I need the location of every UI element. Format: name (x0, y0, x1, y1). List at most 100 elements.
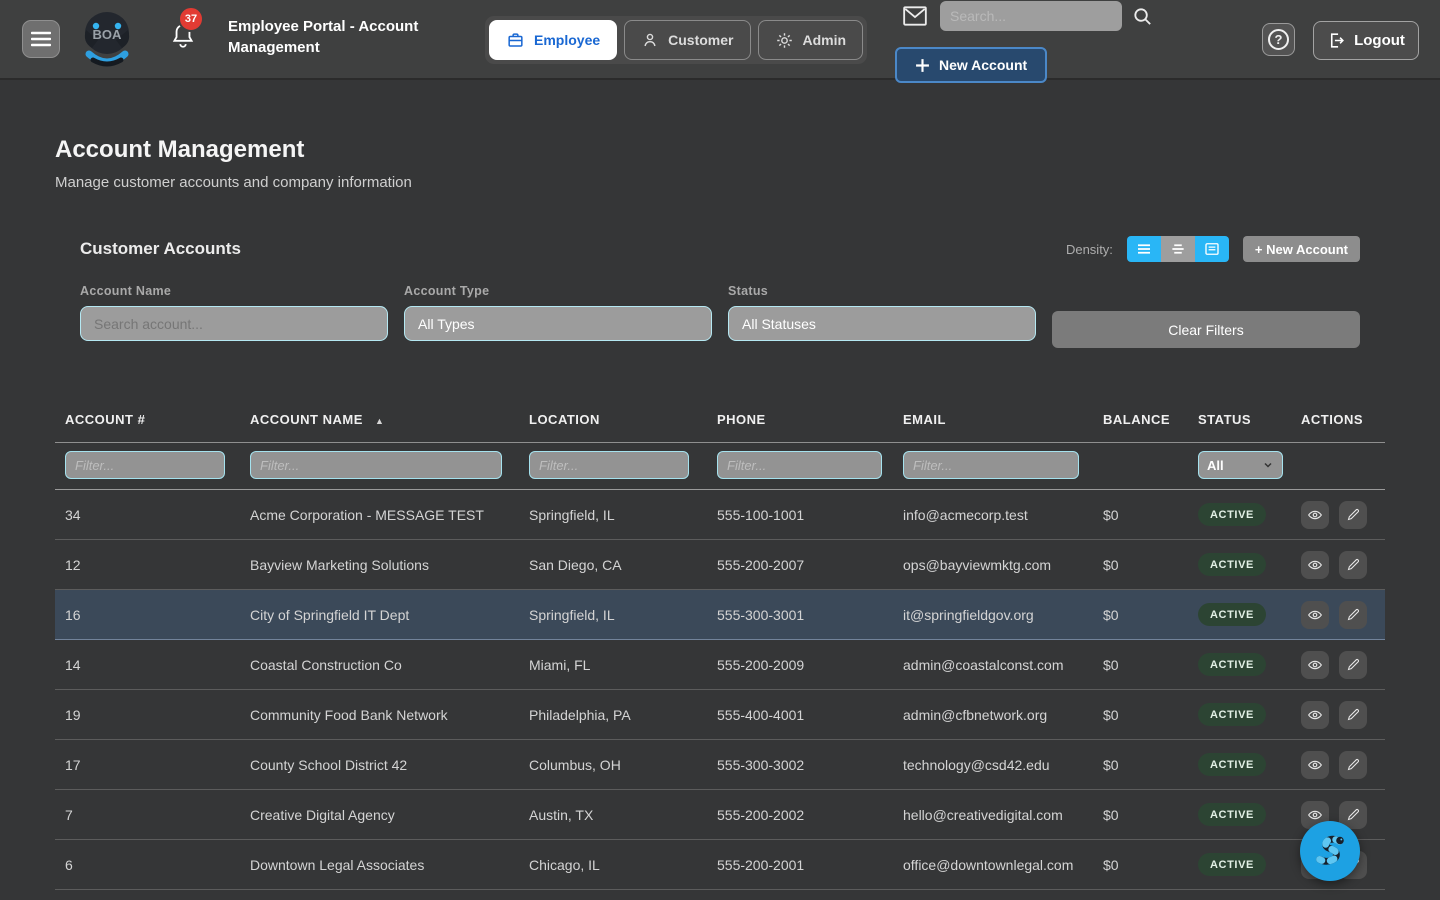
cell-phone: 555-100-1001 (707, 490, 893, 540)
new-account-button-panel[interactable]: + New Account (1243, 236, 1360, 262)
status-badge: ACTIVE (1198, 653, 1266, 676)
column-header-account-name[interactable]: ACCOUNT NAME ▲ (240, 400, 519, 443)
table-header-row: ACCOUNT # ACCOUNT NAME ▲ LOCATION PHONE … (55, 400, 1385, 443)
edit-account-button[interactable] (1339, 701, 1367, 729)
app-title: Employee Portal - Account Management (228, 16, 446, 58)
table-row[interactable]: 17 County School District 42 Columbus, O… (55, 740, 1385, 790)
status-badge: ACTIVE (1198, 703, 1266, 726)
account-type-select[interactable]: All Types (404, 306, 712, 341)
new-account-button-header[interactable]: New Account (895, 47, 1047, 83)
cell-location: Philadelphia, PA (519, 690, 707, 740)
table-row[interactable]: 34 Acme Corporation - MESSAGE TEST Sprin… (55, 490, 1385, 540)
view-account-button[interactable] (1301, 751, 1329, 779)
table-row[interactable]: 7 Creative Digital Agency Austin, TX 555… (55, 790, 1385, 840)
cell-email: ops@bayviewmktg.com (893, 540, 1093, 590)
status-column-filter-select[interactable]: All (1198, 451, 1283, 479)
status-select[interactable]: All Statuses (728, 306, 1036, 341)
column-header-account-num[interactable]: ACCOUNT # (55, 400, 240, 443)
cell-balance: $0 (1093, 790, 1188, 840)
pencil-icon (1346, 557, 1361, 572)
density-compact-button[interactable] (1127, 236, 1161, 262)
view-account-button[interactable] (1301, 601, 1329, 629)
cell-location: Chicago, IL (519, 840, 707, 890)
snake-icon (1309, 830, 1351, 872)
edit-account-button[interactable] (1339, 751, 1367, 779)
view-account-button[interactable] (1301, 501, 1329, 529)
notifications-button[interactable]: 37 (170, 22, 196, 50)
hamburger-icon (31, 31, 51, 47)
top-navigation-bar: BOA 37 Employee Portal - Account Managem… (0, 0, 1440, 80)
panel-title: Customer Accounts (80, 239, 241, 259)
logout-button[interactable]: Logout (1313, 21, 1419, 60)
accounts-table: ACCOUNT # ACCOUNT NAME ▲ LOCATION PHONE … (55, 400, 1385, 900)
cell-account-num: 19 (55, 690, 240, 740)
cell-email: technology@csd42.edu (893, 740, 1093, 790)
column-header-phone[interactable]: PHONE (707, 400, 893, 443)
account-name-column-filter[interactable] (250, 451, 502, 479)
column-header-location[interactable]: LOCATION (519, 400, 707, 443)
cell-location: Springfield, IL (519, 590, 707, 640)
page-subtitle: Manage customer accounts and company inf… (55, 174, 412, 191)
clear-filters-button[interactable]: Clear Filters (1052, 311, 1360, 348)
cell-email: office@downtownlegal.com (893, 840, 1093, 890)
cell-phone: 555-300-3002 (707, 740, 893, 790)
table-row[interactable]: 19 Community Food Bank Network Philadelp… (55, 690, 1385, 740)
messages-icon[interactable] (902, 4, 928, 28)
location-column-filter[interactable] (529, 451, 689, 479)
edit-account-button[interactable] (1339, 501, 1367, 529)
cell-email (893, 890, 1093, 900)
customer-accounts-panel: Customer Accounts Density: (55, 230, 1385, 348)
column-header-balance[interactable]: BALANCE (1093, 400, 1188, 443)
tab-customer-label: Customer (668, 32, 733, 48)
phone-column-filter[interactable] (717, 451, 882, 479)
cell-account-num (55, 890, 240, 900)
cell-email: info@acmecorp.test (893, 490, 1093, 540)
hamburger-menu-button[interactable] (22, 20, 60, 58)
view-account-button[interactable] (1301, 551, 1329, 579)
table-row[interactable]: 14 Coastal Construction Co Miami, FL 555… (55, 640, 1385, 690)
search-icon[interactable] (1131, 5, 1154, 28)
table-row[interactable]: 16 City of Springfield IT Dept Springfie… (55, 590, 1385, 640)
eye-icon (1307, 507, 1323, 523)
cell-email: admin@cfbnetwork.org (893, 690, 1093, 740)
density-card-button[interactable] (1195, 236, 1229, 262)
notification-count-badge: 37 (178, 6, 204, 32)
account-type-value: All Types (418, 316, 475, 332)
tab-admin[interactable]: Admin (758, 20, 864, 60)
account-name-filter-input[interactable] (80, 306, 388, 341)
table-row[interactable]: 12 Bayview Marketing Solutions San Diego… (55, 540, 1385, 590)
cell-balance: $0 (1093, 540, 1188, 590)
global-search-input[interactable] (940, 1, 1122, 31)
cell-location: Miami, FL (519, 640, 707, 690)
pencil-icon (1346, 607, 1361, 622)
person-icon (641, 31, 659, 49)
view-account-button[interactable] (1301, 701, 1329, 729)
edit-account-button[interactable] (1339, 601, 1367, 629)
column-header-email[interactable]: EMAIL (893, 400, 1093, 443)
email-column-filter[interactable] (903, 451, 1079, 479)
column-header-actions: ACTIONS (1291, 400, 1385, 443)
help-button[interactable]: ? (1262, 23, 1295, 56)
table-row[interactable]: ACTIVE (55, 890, 1385, 900)
cell-account-name: Community Food Bank Network (240, 690, 519, 740)
cell-phone: 555-200-2009 (707, 640, 893, 690)
account-num-column-filter[interactable] (65, 451, 225, 479)
edit-account-button[interactable] (1339, 651, 1367, 679)
edit-account-button[interactable] (1339, 551, 1367, 579)
cell-account-num: 7 (55, 790, 240, 840)
cell-balance: $0 (1093, 640, 1188, 690)
view-account-button[interactable] (1301, 651, 1329, 679)
table-row[interactable]: 6 Downtown Legal Associates Chicago, IL … (55, 840, 1385, 890)
pencil-icon (1346, 657, 1361, 672)
tab-employee[interactable]: Employee (489, 20, 617, 60)
cell-account-num: 17 (55, 740, 240, 790)
column-header-status[interactable]: STATUS (1188, 400, 1291, 443)
cell-location: Columbus, OH (519, 740, 707, 790)
tab-customer[interactable]: Customer (624, 20, 750, 60)
sort-ascending-icon: ▲ (375, 416, 384, 426)
assistant-fab-button[interactable] (1300, 821, 1360, 881)
cell-email: admin@coastalconst.com (893, 640, 1093, 690)
density-comfortable-button[interactable] (1161, 236, 1195, 262)
status-badge: ACTIVE (1198, 803, 1266, 826)
eye-icon (1307, 807, 1323, 823)
